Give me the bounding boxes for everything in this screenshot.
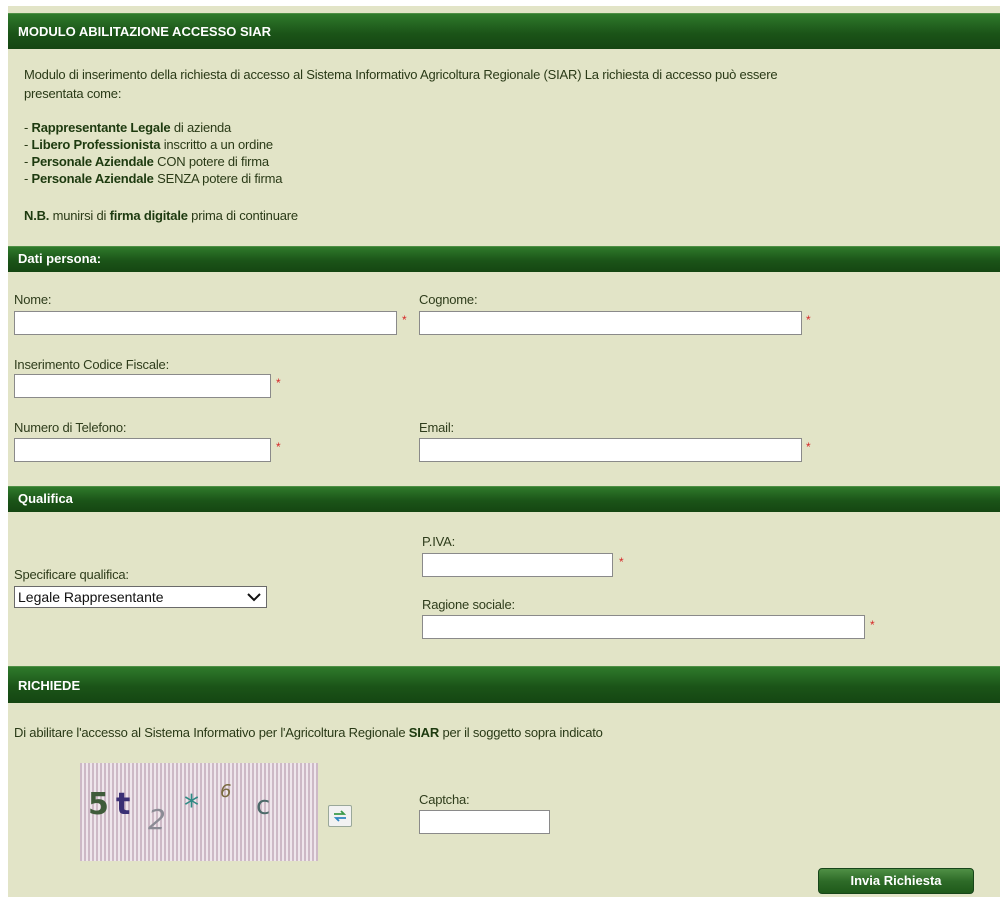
captcha-char: t xyxy=(116,787,131,822)
required-marker: * xyxy=(870,618,875,632)
telefono-input[interactable] xyxy=(14,438,271,462)
qualifica-label: Specificare qualifica: xyxy=(14,567,129,582)
captcha-refresh-button[interactable] xyxy=(328,805,352,827)
captcha-image: 5 t 2 * 6 c xyxy=(80,763,318,861)
email-input[interactable] xyxy=(419,438,802,462)
option-item: - Personale Aziendale CON potere di firm… xyxy=(24,154,269,169)
form-title-bar: MODULO ABILITAZIONE ACCESSO SIAR xyxy=(8,13,1000,49)
captcha-label: Captcha: xyxy=(419,792,470,807)
ragione-sociale-label: Ragione sociale: xyxy=(422,597,515,612)
piva-label: P.IVA: xyxy=(422,534,456,549)
nome-input[interactable] xyxy=(14,311,397,335)
qualifica-selected-value: Legale Rappresentante xyxy=(18,589,164,605)
section-richiede: RICHIEDE xyxy=(8,666,1000,703)
required-marker: * xyxy=(276,376,281,390)
codice-fiscale-input[interactable] xyxy=(14,374,271,398)
section-dati-persona: Dati persona: xyxy=(8,246,1000,272)
refresh-captcha-icon xyxy=(333,810,347,822)
cognome-label: Cognome: xyxy=(419,292,478,307)
captcha-char: 5 xyxy=(88,787,109,822)
required-marker: * xyxy=(402,313,407,327)
option-item: - Personale Aziendale SENZA potere di fi… xyxy=(24,171,283,186)
captcha-char: 6 xyxy=(220,781,232,802)
telefono-label: Numero di Telefono: xyxy=(14,420,127,435)
invia-richiesta-button[interactable]: Invia Richiesta xyxy=(818,868,974,894)
captcha-input[interactable] xyxy=(419,810,550,834)
richiede-text: Di abilitare l'accesso al Sistema Inform… xyxy=(14,725,603,740)
required-marker: * xyxy=(619,555,624,569)
qualifica-select[interactable]: Legale Rappresentante xyxy=(14,586,267,608)
form-title: MODULO ABILITAZIONE ACCESSO SIAR xyxy=(18,24,272,39)
intro-line-2: presentata come: xyxy=(24,86,122,101)
codice-fiscale-label: Inserimento Codice Fiscale: xyxy=(14,357,169,372)
option-item: - Rappresentante Legale di azienda xyxy=(24,120,232,135)
captcha-char: * xyxy=(184,789,199,824)
required-marker: * xyxy=(806,440,811,454)
captcha-char: 2 xyxy=(148,803,166,836)
cognome-input[interactable] xyxy=(419,311,802,335)
required-marker: * xyxy=(806,313,811,327)
piva-input[interactable] xyxy=(422,553,613,577)
intro-line-1: Modulo di inserimento della richiesta di… xyxy=(24,67,778,82)
email-label: Email: xyxy=(419,420,454,435)
required-marker: * xyxy=(276,440,281,454)
chevron-down-icon xyxy=(247,593,261,602)
note-digital-signature: N.B. munirsi di firma digitale prima di … xyxy=(24,208,298,223)
section-qualifica: Qualifica xyxy=(8,486,1000,512)
captcha-char: c xyxy=(256,791,271,821)
ragione-sociale-input[interactable] xyxy=(422,615,865,639)
nome-label: Nome: xyxy=(14,292,52,307)
option-item: - Libero Professionista inscritto a un o… xyxy=(24,137,273,152)
